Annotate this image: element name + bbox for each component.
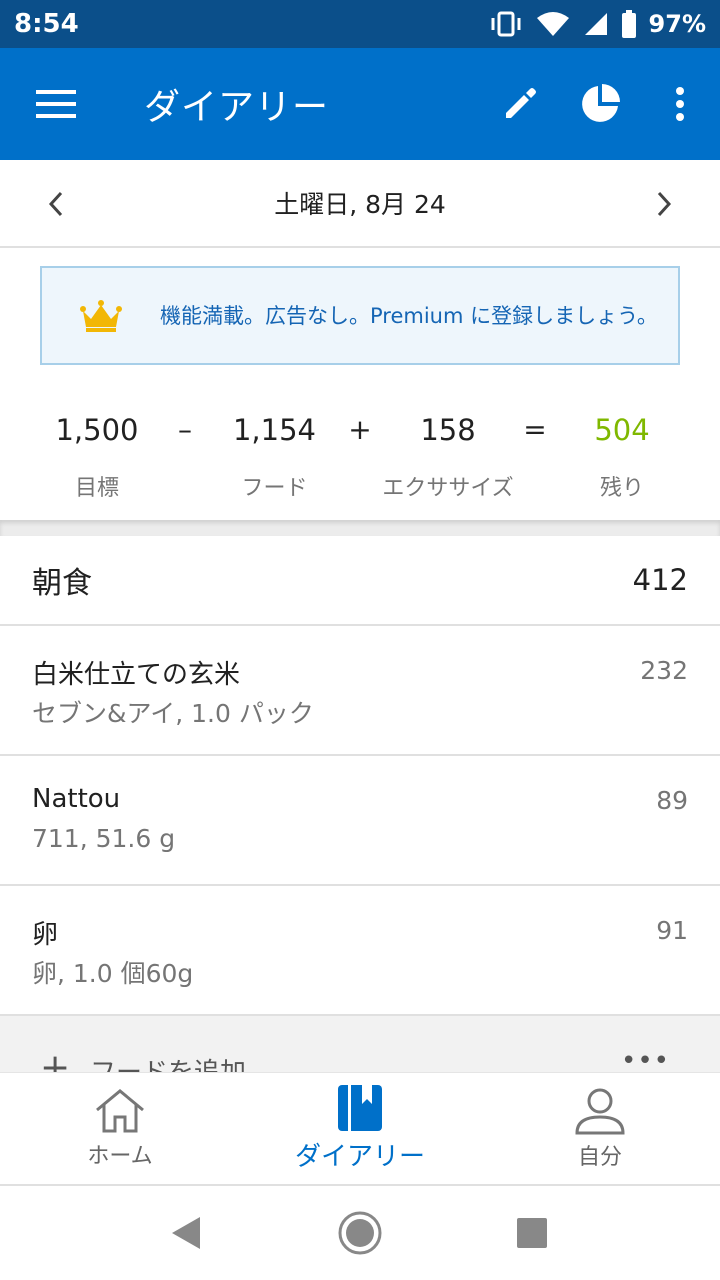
food-calories: 91 <box>656 916 688 945</box>
vibrate-icon <box>491 11 521 37</box>
person-icon <box>575 1088 625 1134</box>
food-name: 卵 <box>32 920 59 950</box>
home-icon <box>96 1088 144 1132</box>
battery-icon <box>621 10 636 38</box>
app-bar: ダイアリー <box>0 48 720 160</box>
food-description: 卵, 1.0 個60g <box>32 959 194 988</box>
nav-diary-label: ダイアリー <box>294 1142 425 1172</box>
meal-header[interactable]: 朝食 412 <box>0 536 720 626</box>
chevron-left-icon <box>48 191 63 217</box>
next-day-button[interactable] <box>620 160 708 248</box>
current-date[interactable]: 土曜日, 8月 24 <box>274 185 446 221</box>
nav-diary[interactable]: ダイアリー <box>240 1073 480 1184</box>
section-divider <box>0 520 720 536</box>
exercise-value: 158 <box>420 413 476 447</box>
page-title: ダイアリー <box>144 87 330 128</box>
nav-home-label: ホーム <box>87 1143 153 1169</box>
premium-text: 機能満載。広告なし。Premium に登録しましょう。 <box>160 303 658 328</box>
meal-calories: 412 <box>632 563 688 597</box>
bottom-navigation: ホーム ダイアリー 自分 <box>0 1072 720 1186</box>
nutrition-chart-button[interactable] <box>560 48 640 160</box>
food-item[interactable]: Nattou 711, 51.6 g 89 <box>0 756 720 886</box>
more-options-button[interactable] <box>640 48 720 160</box>
pie-chart-icon <box>582 84 620 122</box>
food-item[interactable]: 卵 卵, 1.0 個60g 91 <box>0 886 720 1016</box>
status-bar: 8:54 97% <box>0 0 720 48</box>
pencil-icon <box>506 88 536 118</box>
calorie-summary: 1,500 目標 – 1,154 フード + 158 エクササイズ = 504 … <box>0 395 720 520</box>
food-value: 1,154 <box>232 413 317 447</box>
add-food-row[interactable]: + フードを追加 ••• <box>0 1016 720 1076</box>
food-calories: 89 <box>656 786 688 815</box>
nav-me-label: 自分 <box>577 1144 622 1170</box>
chevron-right-icon <box>657 191 672 217</box>
home-circle-icon <box>338 1211 382 1255</box>
food-description: 711, 51.6 g <box>32 824 176 853</box>
back-triangle-icon <box>172 1217 200 1249</box>
goal-value: 1,500 <box>55 413 139 447</box>
crown-icon <box>42 299 160 333</box>
food-name: 白米仕立ての玄米 <box>32 660 241 690</box>
home-system-button[interactable] <box>320 1186 400 1280</box>
edit-button[interactable] <box>480 48 560 160</box>
food-description: セブン&アイ, 1.0 パック <box>32 699 314 728</box>
status-icons: 97% <box>489 10 706 38</box>
exercise-label: エクササイズ <box>382 476 514 501</box>
remaining-value: 504 <box>594 413 650 447</box>
remaining-label: 残り <box>599 476 644 501</box>
food-label: フード <box>241 476 308 501</box>
back-button[interactable] <box>146 1186 226 1280</box>
nav-me[interactable]: 自分 <box>480 1073 720 1184</box>
battery-level: 97% <box>648 10 706 38</box>
food-calories: 232 <box>640 656 688 685</box>
wifi-icon <box>536 12 569 36</box>
premium-banner[interactable]: 機能満載。広告なし。Premium に登録しましょう。 <box>40 266 680 365</box>
food-name: Nattou <box>32 784 121 814</box>
menu-button[interactable] <box>0 48 112 160</box>
system-navigation <box>0 1186 720 1280</box>
previous-day-button[interactable] <box>12 160 100 248</box>
diary-book-icon <box>338 1085 382 1131</box>
hamburger-icon <box>36 90 76 118</box>
food-item[interactable]: 白米仕立ての玄米 セブン&アイ, 1.0 パック 232 <box>0 626 720 756</box>
date-selector: 土曜日, 8月 24 <box>0 160 720 248</box>
meal-name: 朝食 <box>32 566 92 601</box>
equals-sign: = <box>523 413 547 446</box>
goal-label: 目標 <box>74 476 119 501</box>
minus-sign: – <box>178 413 192 446</box>
status-time: 8:54 <box>14 9 79 39</box>
nav-home[interactable]: ホーム <box>0 1073 240 1184</box>
signal-icon <box>584 13 607 35</box>
recents-square-icon <box>517 1218 547 1248</box>
recents-button[interactable] <box>492 1186 572 1280</box>
more-vertical-icon <box>676 87 684 121</box>
